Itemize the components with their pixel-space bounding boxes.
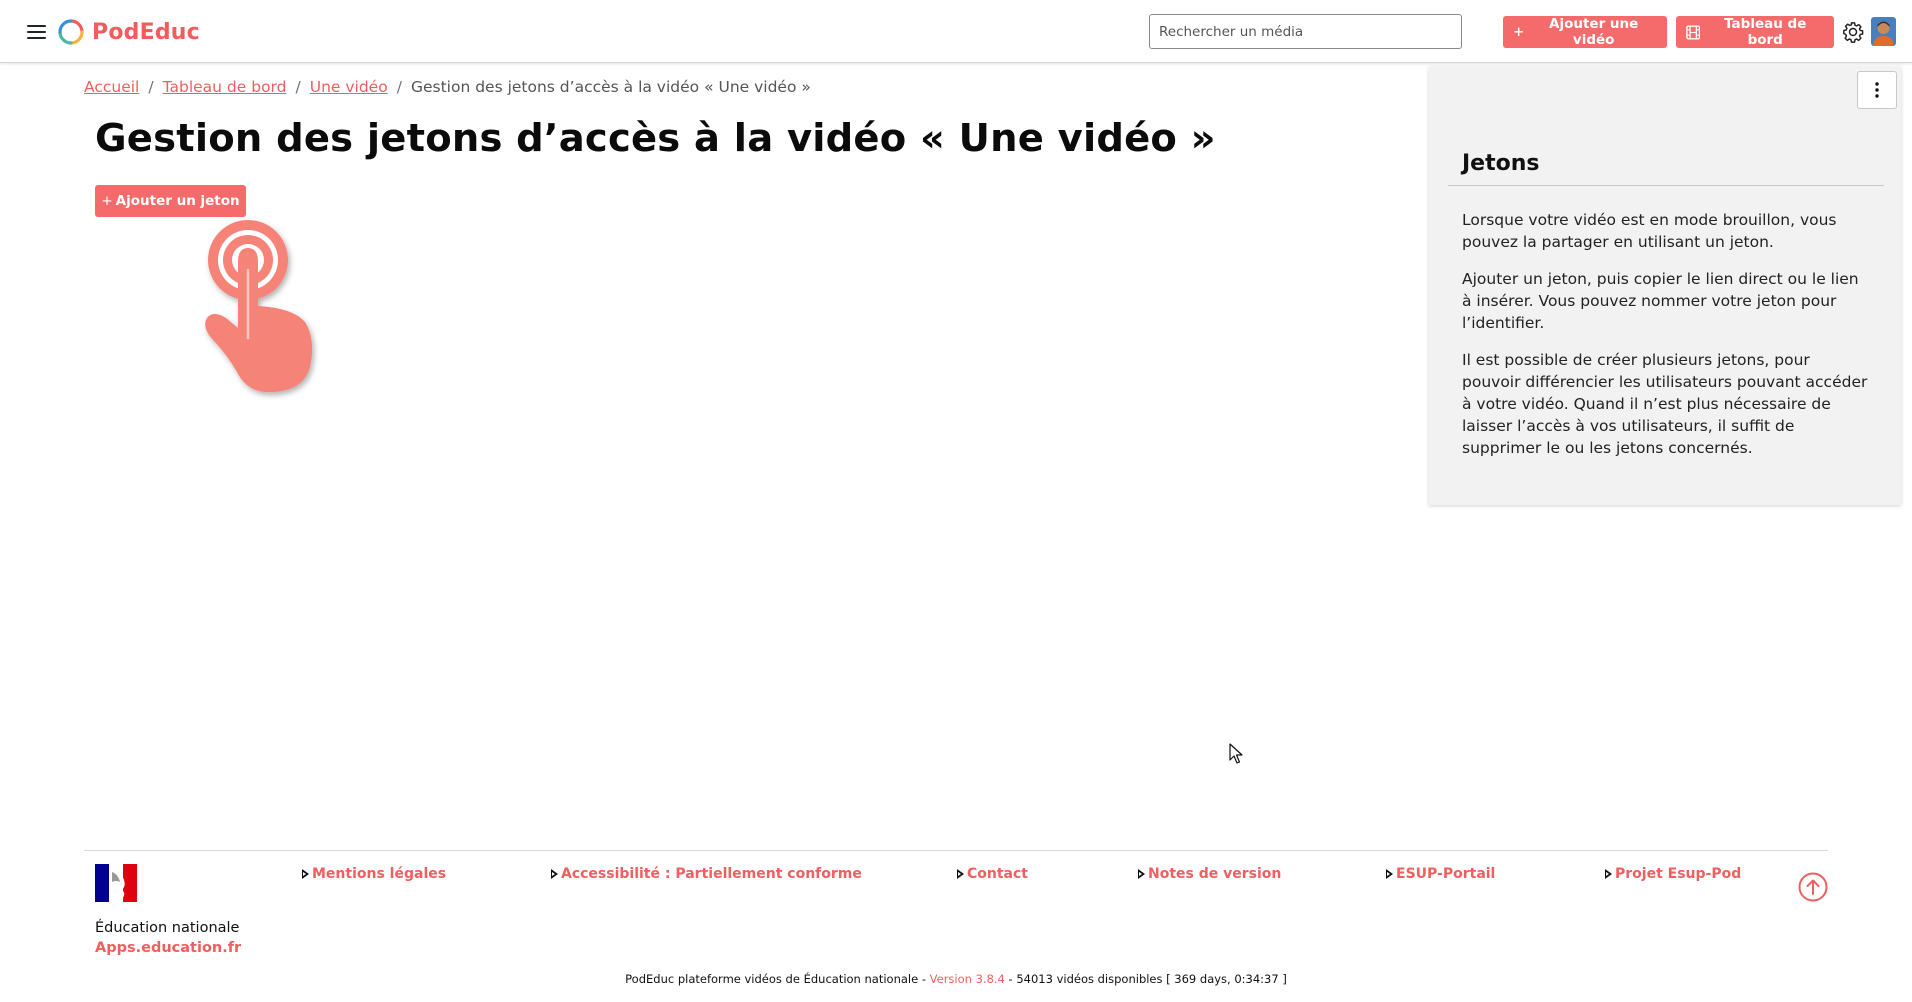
footer-link-label: Accessibilité : Partiellement conforme bbox=[561, 866, 862, 882]
brand-logo[interactable]: PodEduc bbox=[58, 19, 200, 45]
add-video-label: Ajouter une vidéo bbox=[1549, 16, 1639, 48]
caret-right-icon bbox=[957, 869, 964, 879]
breadcrumb-link-dashboard[interactable]: Tableau de bord bbox=[163, 78, 287, 96]
breadcrumb-current: Gestion des jetons d’accès à la vidéo « … bbox=[410, 78, 811, 96]
sidebar-divider bbox=[1448, 185, 1884, 186]
breadcrumb-separator: / bbox=[148, 78, 154, 96]
footer-link-release-notes[interactable]: Notes de version bbox=[1138, 866, 1281, 882]
breadcrumb: Accueil / Tableau de bord / Une vidéo / … bbox=[84, 77, 811, 97]
footer-link-label: Projet Esup-Pod bbox=[1615, 866, 1742, 882]
footer-link-contact[interactable]: Contact bbox=[957, 866, 1028, 882]
add-token-label: Ajouter un jeton bbox=[115, 193, 240, 209]
brand-name: PodEduc bbox=[92, 19, 200, 45]
breadcrumb-link-video[interactable]: Une vidéo bbox=[310, 78, 388, 96]
caret-right-icon bbox=[302, 869, 309, 879]
film-icon bbox=[1686, 24, 1701, 40]
tap-hand-icon bbox=[205, 220, 313, 393]
dashboard-label: Tableau de bord bbox=[1724, 16, 1807, 48]
search-input[interactable] bbox=[1149, 14, 1462, 49]
page-title: Gestion des jetons d’accès à la vidéo « … bbox=[95, 116, 1216, 161]
footer-info-prefix: PodEduc plateforme vidéos de Éducation n… bbox=[625, 972, 930, 986]
sidebar-title: Jetons bbox=[1462, 151, 1540, 176]
footer-link-label: ESUP-Portail bbox=[1396, 866, 1496, 882]
caret-right-icon bbox=[1386, 869, 1393, 879]
dashboard-button[interactable]: Tableau de bord bbox=[1676, 16, 1834, 48]
footer-info: PodEduc plateforme vidéos de Éducation n… bbox=[0, 972, 1912, 986]
footer-version-link[interactable]: Version 3.8.4 bbox=[930, 972, 1005, 986]
gear-icon[interactable] bbox=[1842, 21, 1864, 43]
top-navbar: PodEduc + Ajouter une vidéo Tableau de b… bbox=[0, 0, 1912, 63]
marianne-logo bbox=[95, 864, 137, 902]
footer-divider bbox=[84, 850, 1828, 851]
footer-org-name: Éducation nationale bbox=[95, 920, 240, 936]
caret-right-icon bbox=[1605, 869, 1612, 879]
logo-ring-icon bbox=[58, 19, 84, 45]
add-video-button[interactable]: + Ajouter une vidéo bbox=[1503, 16, 1667, 48]
footer-link-esup-pod[interactable]: Projet Esup-Pod bbox=[1605, 866, 1741, 882]
footer-org-link[interactable]: Apps.education.fr bbox=[95, 940, 241, 956]
plus-icon: + bbox=[101, 193, 113, 209]
kebab-menu-icon[interactable] bbox=[1857, 71, 1897, 109]
breadcrumb-link-home[interactable]: Accueil bbox=[84, 78, 139, 96]
footer-link-label: Mentions légales bbox=[312, 866, 447, 882]
footer-link-legal[interactable]: Mentions légales bbox=[302, 866, 446, 882]
footer-info-suffix: - 54013 vidéos disponibles [ 369 days, 0… bbox=[1004, 972, 1287, 986]
mouse-cursor-icon bbox=[1229, 743, 1243, 764]
footer-link-label: Notes de version bbox=[1148, 866, 1282, 882]
sidebar-paragraph: Lorsque votre vidéo est en mode brouillo… bbox=[1462, 211, 1837, 251]
footer-link-accessibility[interactable]: Accessibilité : Partiellement conforme bbox=[551, 866, 862, 882]
footer-link-esup-portail[interactable]: ESUP-Portail bbox=[1386, 866, 1495, 882]
user-avatar[interactable] bbox=[1871, 17, 1896, 46]
back-to-top-icon[interactable] bbox=[1798, 872, 1828, 902]
footer-link-label: Contact bbox=[967, 866, 1028, 882]
breadcrumb-separator: / bbox=[295, 78, 301, 96]
breadcrumb-separator: / bbox=[396, 78, 402, 96]
sidebar-paragraph: Il est possible de créer plusieurs jeton… bbox=[1462, 351, 1868, 457]
menu-icon[interactable] bbox=[27, 24, 46, 40]
caret-right-icon bbox=[1138, 869, 1145, 879]
sidebar-paragraph: Ajouter un jeton, puis copier le lien di… bbox=[1462, 270, 1859, 332]
caret-right-icon bbox=[551, 869, 558, 879]
plus-icon: + bbox=[1513, 24, 1525, 40]
